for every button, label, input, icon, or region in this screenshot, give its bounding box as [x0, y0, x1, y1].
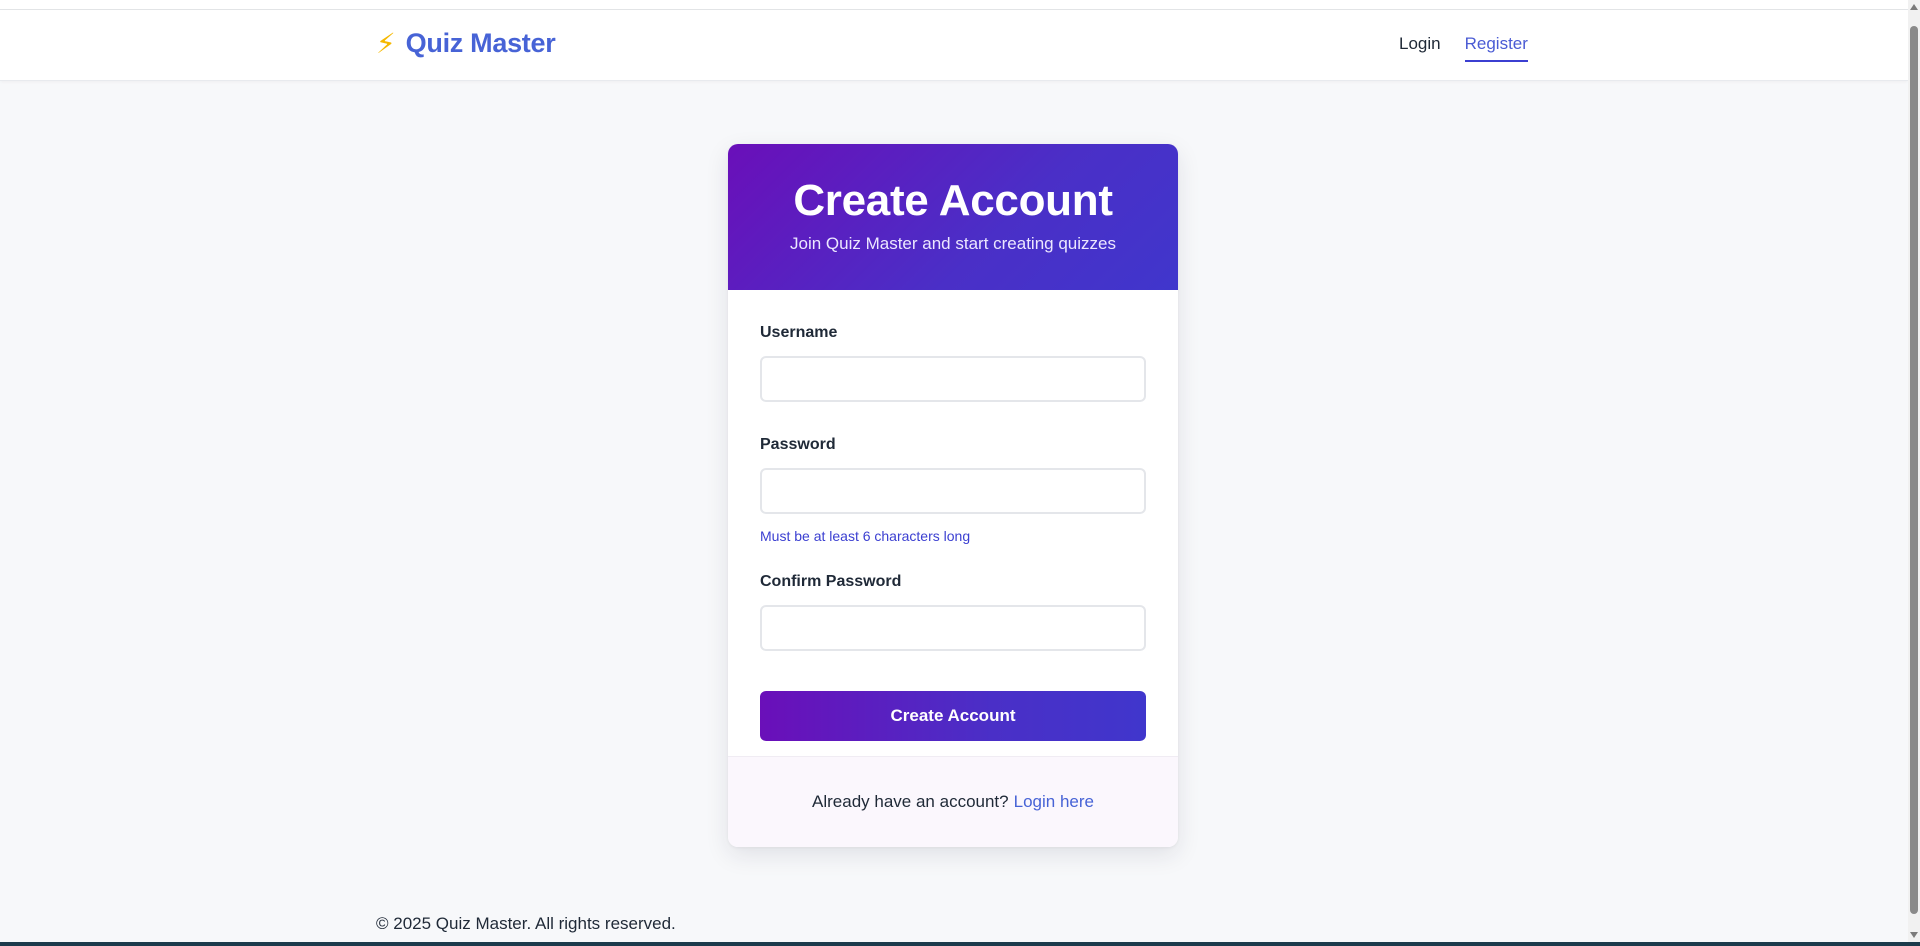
nav-links: Login Register — [1399, 34, 1528, 62]
page-title: Create Account — [793, 176, 1113, 225]
scroll-down-arrow-icon[interactable] — [1910, 932, 1918, 938]
brand-name: Quiz Master — [405, 28, 556, 58]
nav-register-link[interactable]: Register — [1464, 34, 1528, 62]
card-footer: Already have an account? Login here — [728, 756, 1178, 847]
register-card: Create Account Join Quiz Master and star… — [728, 144, 1178, 847]
nav-login-link[interactable]: Login — [1399, 34, 1441, 62]
confirm-password-field[interactable] — [760, 605, 1146, 651]
username-field[interactable] — [760, 356, 1146, 402]
create-account-button[interactable]: Create Account — [760, 691, 1146, 741]
scroll-thumb[interactable] — [1910, 26, 1918, 914]
browser-top-edge — [0, 0, 1908, 10]
password-field[interactable] — [760, 468, 1146, 514]
username-label: Username — [760, 324, 838, 341]
scroll-up-arrow-icon[interactable] — [1910, 4, 1918, 10]
lightning-icon: ⚡ — [376, 27, 396, 59]
navbar: ⚡ Quiz Master Login Register — [0, 10, 1908, 81]
taskbar-edge — [0, 942, 1920, 946]
login-here-link[interactable]: Login here — [1014, 792, 1094, 812]
scrollbar[interactable] — [1908, 0, 1920, 946]
card-header: Create Account Join Quiz Master and star… — [728, 144, 1178, 290]
confirm-password-label: Confirm Password — [760, 573, 902, 590]
page-subtitle: Join Quiz Master and start creating quiz… — [790, 234, 1116, 253]
password-hint: Must be at least 6 characters long — [760, 528, 971, 544]
login-prompt: Already have an account? — [812, 792, 1009, 811]
copyright: © 2025 Quiz Master. All rights reserved. — [376, 914, 676, 933]
brand-logo[interactable]: ⚡ Quiz Master — [376, 27, 556, 59]
register-form: Username Password Must be at least 6 cha… — [728, 290, 1178, 741]
password-label: Password — [760, 436, 836, 453]
